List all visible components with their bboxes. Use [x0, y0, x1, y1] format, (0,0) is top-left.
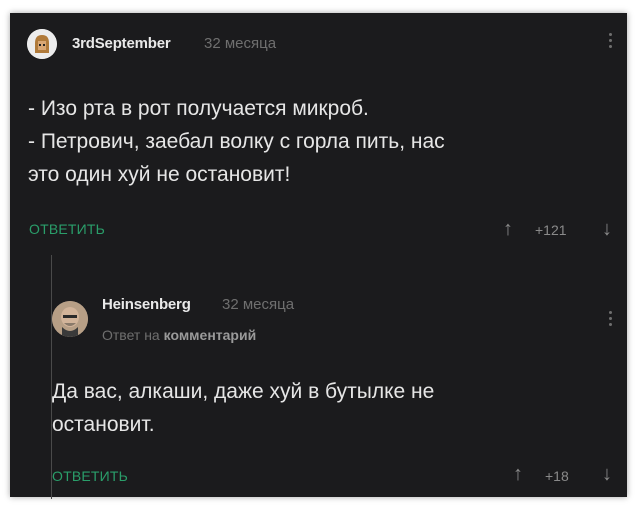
comment-line: это один хуй не остановит! — [28, 163, 291, 186]
comment-line: - Изо рта в рот получается микроб. — [28, 97, 369, 120]
reply-to-target[interactable]: комментарий — [164, 327, 257, 343]
reply-button[interactable]: ОТВЕТИТЬ — [52, 468, 128, 484]
arrow-down-icon[interactable]: ↓ — [602, 219, 612, 239]
comment-body: Да вас, алкаши, даже хуй в бутылке не ос… — [52, 375, 612, 441]
arrow-up-icon[interactable]: ↑ — [503, 219, 513, 239]
arrow-down-icon[interactable]: ↓ — [602, 464, 612, 484]
comment-time: 32 месяца — [204, 35, 277, 52]
comment-line: - Петрович, заебал волку с горла пить, н… — [28, 130, 445, 153]
reply-to-prefix: Ответ на — [102, 327, 160, 343]
comment-score: +18 — [545, 468, 569, 484]
avatar[interactable] — [52, 301, 88, 337]
arrow-up-icon[interactable]: ↑ — [513, 464, 523, 484]
kebab-menu-icon[interactable] — [609, 33, 613, 51]
reply-button[interactable]: ОТВЕТИТЬ — [29, 221, 105, 237]
avatar[interactable] — [27, 29, 57, 59]
comment-body: - Изо рта в рот получается микроб. - Пет… — [28, 92, 608, 191]
comment-line: остановит. — [52, 413, 155, 436]
kebab-menu-icon[interactable] — [609, 311, 613, 329]
comment-username[interactable]: Heinsenberg — [102, 296, 191, 313]
reply-to-link[interactable]: Ответ на комментарий — [102, 327, 256, 343]
avatar-image — [52, 301, 88, 337]
comment-score: +121 — [535, 222, 567, 238]
comments-panel: 3rdSeptember 32 месяца - Изо рта в рот п… — [10, 13, 627, 499]
comment-username[interactable]: 3rdSeptember — [72, 35, 171, 52]
comment-time: 32 месяца — [222, 296, 295, 313]
avatar-image — [27, 29, 57, 59]
comment-line: Да вас, алкаши, даже хуй в бутылке не — [52, 380, 435, 403]
